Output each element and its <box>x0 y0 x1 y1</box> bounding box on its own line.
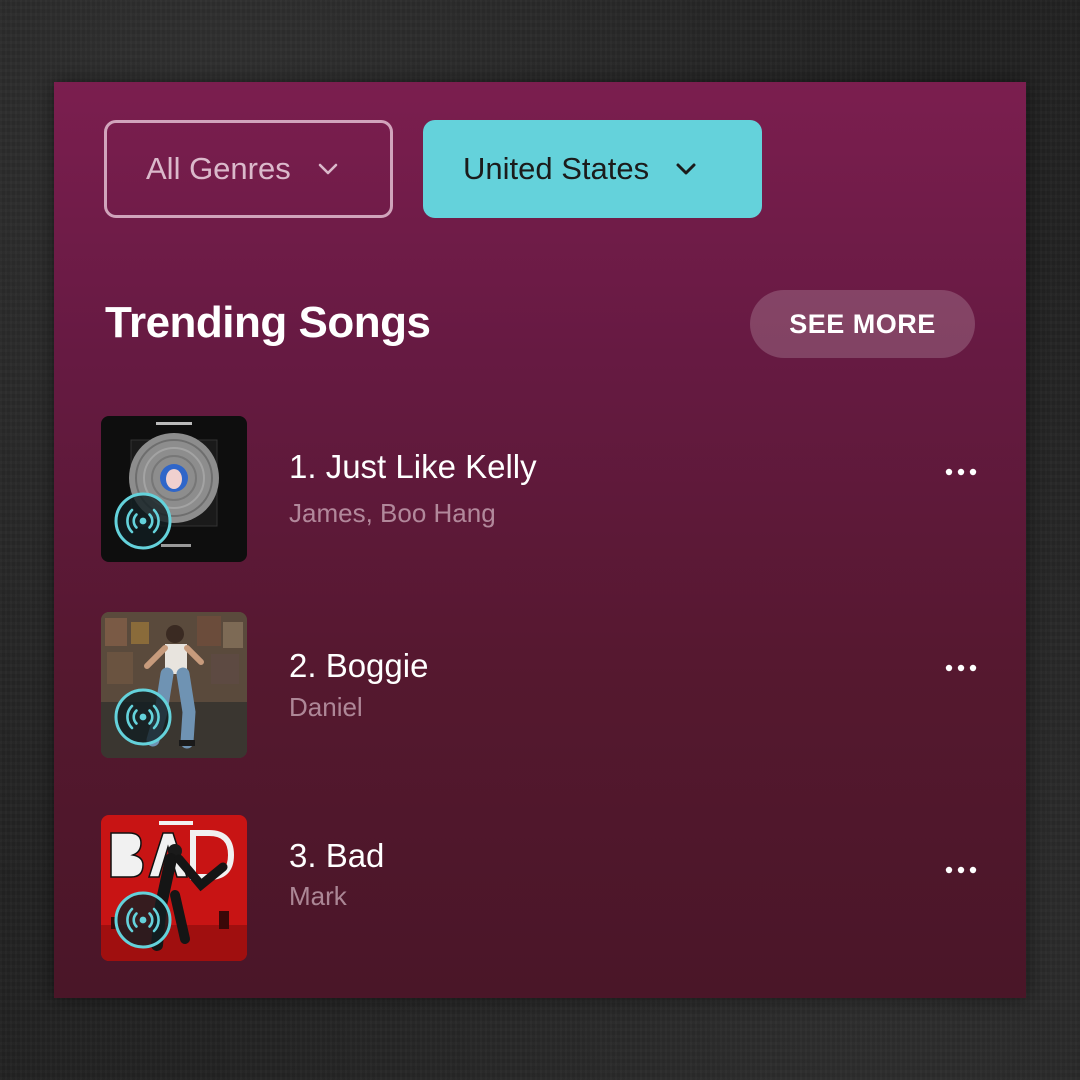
song-row[interactable]: 1. Just Like Kelly James, Boo Hang <box>101 416 981 562</box>
song-row[interactable]: 2. Boggie Daniel <box>101 612 981 758</box>
section-title: Trending Songs <box>105 298 431 347</box>
chevron-down-icon <box>676 163 696 175</box>
album-art[interactable] <box>101 612 247 758</box>
song-title[interactable]: 1. Just Like Kelly <box>289 448 537 486</box>
chevron-down-icon <box>318 163 338 175</box>
country-dropdown[interactable]: United States <box>423 120 762 218</box>
song-artist[interactable]: James, Boo Hang <box>289 498 496 529</box>
song-artist[interactable]: Mark <box>289 881 347 912</box>
album-art[interactable] <box>101 815 247 961</box>
genre-dropdown-label: All Genres <box>146 151 291 186</box>
genre-dropdown[interactable]: All Genres <box>104 120 393 218</box>
more-horizontal-icon[interactable] <box>941 860 981 880</box>
country-dropdown-label: United States <box>463 151 650 186</box>
song-artist[interactable]: Daniel <box>289 692 363 723</box>
live-radio-icon <box>114 688 172 746</box>
live-radio-icon <box>114 891 172 949</box>
see-more-button[interactable]: SEE MORE <box>750 290 975 358</box>
more-horizontal-icon[interactable] <box>941 462 981 482</box>
trending-panel: All Genres United States Trending Songs … <box>54 82 1026 998</box>
song-title[interactable]: 2. Boggie <box>289 647 428 685</box>
song-title[interactable]: 3. Bad <box>289 837 384 875</box>
song-row[interactable]: 3. Bad Mark <box>101 815 981 961</box>
live-radio-icon <box>114 492 172 550</box>
more-horizontal-icon[interactable] <box>941 658 981 678</box>
album-art[interactable] <box>101 416 247 562</box>
